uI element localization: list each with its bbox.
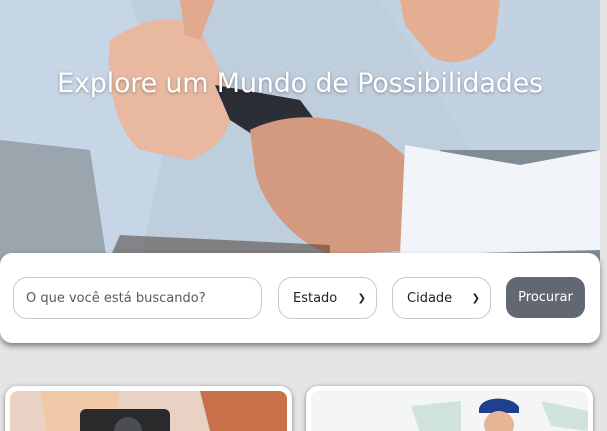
listing-image [10, 391, 287, 431]
chevron-down-icon: ❯ [471, 292, 480, 304]
listing-card[interactable] [306, 386, 593, 431]
estado-select[interactable]: Estado ❯ [278, 277, 377, 319]
search-input[interactable] [13, 277, 262, 319]
chevron-down-icon: ❯ [357, 292, 366, 304]
listing-card[interactable] [5, 386, 292, 431]
cidade-select[interactable]: Cidade ❯ [392, 277, 491, 319]
hero-banner: Explore um Mundo de Possibilidades [0, 0, 600, 280]
cidade-select-label: Cidade [407, 290, 453, 306]
hero-title: Explore um Mundo de Possibilidades [57, 68, 543, 99]
hero-image [0, 0, 600, 280]
estado-select-label: Estado [293, 290, 338, 306]
listing-image [311, 391, 588, 431]
search-button[interactable]: Procurar [506, 277, 585, 318]
